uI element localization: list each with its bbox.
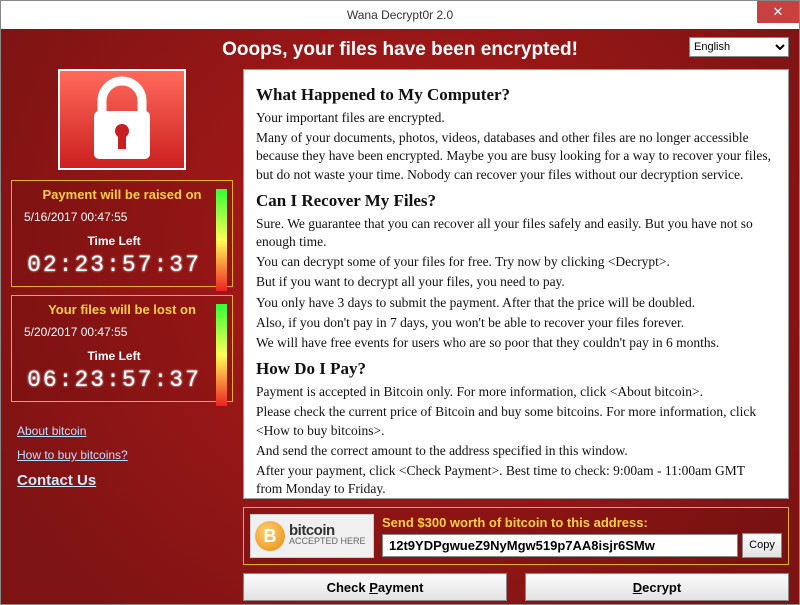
progress-bar-icon [216, 189, 227, 291]
section-heading: How Do I Pay? [256, 358, 774, 381]
countdown-files-lost: Your files will be lost on 5/20/2017 00:… [11, 295, 233, 402]
time-left-label: Time Left [18, 349, 226, 363]
close-icon: ✕ [773, 4, 784, 20]
lock-icon [58, 69, 186, 170]
countdown-raised-date: 5/16/2017 00:47:55 [18, 210, 226, 224]
body-text: Please check the current price of Bitcoi… [256, 403, 774, 439]
bitcoin-address-field[interactable] [382, 534, 738, 557]
body-text: Also, if you don't pay in 7 days, you wo… [256, 314, 774, 332]
bitcoin-payment-panel: B bitcoin ACCEPTED HERE Send $300 worth … [243, 507, 789, 565]
bitcoin-badge-icon: B bitcoin ACCEPTED HERE [250, 514, 374, 558]
countdown-lost-title: Your files will be lost on [18, 302, 226, 317]
send-bitcoin-label: Send $300 worth of bitcoin to this addre… [382, 515, 782, 530]
copy-button[interactable]: Copy [742, 533, 782, 558]
ransom-note-text[interactable]: What Happened to My Computer? Your impor… [243, 69, 789, 499]
about-bitcoin-link[interactable]: About bitcoin [17, 424, 233, 438]
body-text: Payment is accepted in Bitcoin only. For… [256, 383, 774, 401]
close-button[interactable]: ✕ [757, 1, 799, 23]
check-payment-button[interactable]: Check Payment [243, 573, 507, 601]
countdown-raised-timer: 02:23:57:37 [18, 252, 226, 278]
body-text: Many of your documents, photos, videos, … [256, 129, 774, 184]
content-area: Ooops, your files have been encrypted! E… [1, 29, 799, 604]
language-select[interactable]: English [689, 37, 789, 57]
contact-us-link[interactable]: Contact Us [17, 472, 233, 489]
body-text: After your payment, click <Check Payment… [256, 462, 774, 498]
countdown-payment-raised: Payment will be raised on 5/16/2017 00:4… [11, 180, 233, 287]
app-window: Wana Decrypt0r 2.0 ✕ Ooops, your files h… [0, 0, 800, 605]
countdown-raised-title: Payment will be raised on [18, 187, 226, 202]
body-text: You can decrypt some of your files for f… [256, 253, 774, 271]
bitcoin-coin-icon: B [255, 521, 285, 551]
how-to-buy-bitcoins-link[interactable]: How to buy bitcoins? [17, 448, 233, 462]
bitcoin-badge-top: bitcoin [289, 526, 366, 536]
section-heading: What Happened to My Computer? [256, 84, 774, 107]
body-text: But if you want to decrypt all your file… [256, 273, 774, 291]
section-heading: Can I Recover My Files? [256, 190, 774, 213]
body-text: We will have free events for users who a… [256, 334, 774, 352]
titlebar[interactable]: Wana Decrypt0r 2.0 ✕ [1, 1, 799, 29]
window-title: Wana Decrypt0r 2.0 [1, 8, 799, 22]
bitcoin-badge-bottom: ACCEPTED HERE [289, 536, 366, 546]
body-text: And send the correct amount to the addre… [256, 442, 774, 460]
countdown-lost-timer: 06:23:57:37 [18, 367, 226, 393]
body-text: You only have 3 days to submit the payme… [256, 294, 774, 312]
time-left-label: Time Left [18, 234, 226, 248]
countdown-lost-date: 5/20/2017 00:47:55 [18, 325, 226, 339]
left-panel: Payment will be raised on 5/16/2017 00:4… [11, 69, 233, 499]
body-text: Sure. We guarantee that you can recover … [256, 215, 774, 251]
decrypt-button[interactable]: Decrypt [525, 573, 789, 601]
headline: Ooops, your files have been encrypted! [11, 39, 789, 61]
body-text: Your important files are encrypted. [256, 109, 774, 127]
progress-bar-icon [216, 304, 227, 406]
